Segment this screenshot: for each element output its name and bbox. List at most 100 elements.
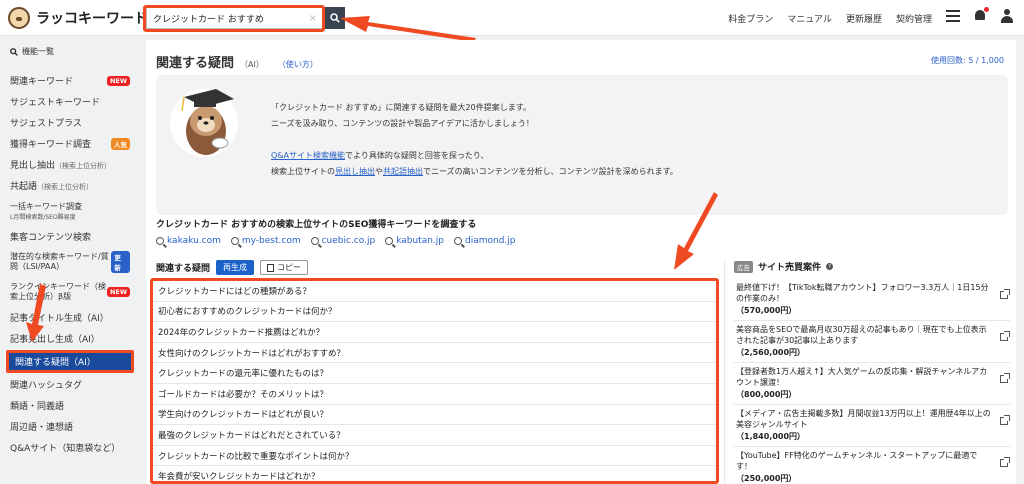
list-item[interactable]: 【メディア・広告主掲載多数】月間収益13万円以上！運用歴4年以上の美容ジャンルサ… bbox=[734, 405, 1010, 447]
annotation-arrow-questions bbox=[674, 192, 718, 270]
regenerate-button[interactable]: 再生成 bbox=[216, 260, 255, 275]
sidebar-item-label: 関連ハッシュタグ bbox=[10, 381, 83, 391]
sidebar-item-acquired-keywords[interactable]: 獲得キーワード調査 人気 bbox=[0, 133, 140, 154]
sidebar-item-label: 周辺語・連想語 bbox=[10, 423, 74, 433]
external-link-icon[interactable] bbox=[1000, 415, 1010, 425]
copy-button[interactable]: コピー bbox=[260, 260, 309, 275]
nav-contract[interactable]: 契約管理 bbox=[896, 12, 932, 25]
search-icon bbox=[10, 47, 18, 56]
sidebar-item-rank-in[interactable]: ランクインキーワード（検索上位分析）β版 NEW bbox=[0, 277, 140, 307]
qa-search-link[interactable]: Q&Aサイト検索機能 bbox=[271, 151, 345, 160]
seo-link-mybest[interactable]: my-best.com bbox=[230, 236, 301, 246]
intro-line-4c: でニーズの高いコンテンツを分析し、コンテンツ設計を深められます。 bbox=[423, 167, 678, 176]
list-item[interactable]: 初心者におすすめのクレジットカードは何か？ bbox=[153, 302, 716, 323]
sidebar-item-sub: L月間検索数/SEO難易度 bbox=[10, 214, 76, 221]
list-item[interactable]: 最終値下げ！【TikTok転職アカウント】フォロワー3.3万人｜1日15分の作業… bbox=[734, 279, 1010, 321]
listing-text: 【メディア・広告主掲載多数】月間収益13万円以上！運用歴4年以上の美容ジャンルサ… bbox=[736, 409, 991, 429]
cooccurrence-link[interactable]: 共起語抽出 bbox=[383, 167, 423, 176]
seo-link-diamond[interactable]: diamond.jp bbox=[454, 236, 516, 246]
questions-list: クレジットカードにはどの種類がある？ 初心者におすすめのクレジットカードは何か？… bbox=[150, 278, 719, 484]
bell-icon[interactable] bbox=[974, 7, 989, 23]
sidebar-item-label: サジェストキーワード bbox=[10, 98, 101, 108]
sidebar-item-heading-gen[interactable]: 記事見出し生成（AI） bbox=[0, 328, 140, 349]
external-link-icon[interactable] bbox=[1000, 373, 1010, 383]
sidebar-item-related-questions[interactable]: 関連する疑問（AI） bbox=[6, 350, 134, 373]
page-title: 関連する疑問 bbox=[156, 56, 235, 71]
intro-line-4a: 検索上位サイトの bbox=[271, 167, 335, 176]
search-icon bbox=[230, 237, 239, 245]
list-item[interactable]: 2024年のクレジットカード推薦はどれか？ bbox=[153, 322, 716, 343]
list-item[interactable]: ゴールドカードは必要か？そのメリットは？ bbox=[153, 384, 716, 405]
sidebar-item-hashtag[interactable]: 関連ハッシュタグ bbox=[0, 374, 140, 395]
list-item[interactable]: 最強のクレジットカードはどれだとされている？ bbox=[153, 425, 716, 446]
sidebar-active-wrap: 関連する疑問（AI） bbox=[0, 349, 140, 374]
sidebar-item-label: 潜在的な検索キーワード/質問（LSI/PAA） bbox=[10, 252, 109, 271]
intro-line-3: でより具体的な疑問と回答を探ったり、 bbox=[345, 151, 489, 160]
sidebar-item-associations[interactable]: 周辺語・連想語 bbox=[0, 416, 140, 437]
sidebar-item-suggest[interactable]: サジェストキーワード bbox=[0, 91, 140, 112]
questions-title: 関連する疑問 bbox=[156, 264, 211, 274]
help-icon[interactable]: ? bbox=[826, 263, 834, 270]
external-link-icon[interactable] bbox=[1000, 331, 1010, 341]
sidebar: 機能一覧 関連キーワード NEW サジェストキーワード サジェストプラス 獲得キ… bbox=[0, 36, 140, 484]
seo-link-cuebic[interactable]: cuebic.co.jp bbox=[310, 236, 376, 246]
list-item[interactable]: 美容商品をSEOで最高月収30万超えの記事もあり｜現在でも上位表示された記事が3… bbox=[734, 321, 1010, 363]
sidebar-item-bulk-research[interactable]: 一括キーワード調査 L月間検索数/SEO難易度 bbox=[0, 196, 140, 226]
new-badge: NEW bbox=[106, 287, 130, 297]
sidebar-title-label: 機能一覧 bbox=[22, 47, 54, 56]
annotation-arrow-search bbox=[340, 16, 476, 42]
list-item[interactable]: 年会費が安いクレジットカードはどれか？ bbox=[153, 466, 716, 481]
listing-text: 最終値下げ！【TikTok転職アカウント】フォロワー3.3万人｜1日15分の作業… bbox=[736, 283, 989, 303]
nav-pricing[interactable]: 料金プラン bbox=[728, 12, 773, 25]
sidebar-item-title-gen[interactable]: 記事タイトル生成（AI） bbox=[0, 307, 140, 328]
listing-text: 【登録者数1万人越え↑】大人気ゲームの反応集・解説チャンネルアカウント譲渡！ bbox=[736, 367, 988, 387]
sidebar-item-label: 獲得キーワード調査 bbox=[10, 140, 92, 150]
otter-mascot-icon bbox=[170, 89, 238, 157]
howto-link[interactable]: （使い方） bbox=[278, 59, 318, 70]
intro-box: 「クレジットカード おすすめ」に関連する疑問を最大20件提案します。 ニーズを汲… bbox=[156, 75, 1008, 215]
sidebar-item-suggest-plus[interactable]: サジェストプラス bbox=[0, 112, 140, 133]
app-logo[interactable]: ラッコキーワード bbox=[8, 7, 148, 29]
list-item[interactable]: クレジットカードの還元率に優れたものは？ bbox=[153, 363, 716, 384]
sidebar-item-related-keywords[interactable]: 関連キーワード NEW bbox=[0, 70, 140, 91]
sidebar-item-label: 見出し抽出 bbox=[10, 161, 56, 171]
seo-link-kakaku[interactable]: kakaku.com bbox=[156, 236, 221, 246]
sidebar-item-label: 集客コンテンツ検索 bbox=[10, 233, 92, 243]
listing-text: 美容商品をSEOで最高月収30万超えの記事もあり｜現在でも上位表示された記事が3… bbox=[736, 325, 987, 345]
panel-divider bbox=[724, 260, 725, 484]
site-sale-panel: 広告 サイト売買案件 ? 最終値下げ！【TikTok転職アカウント】フォロワー3… bbox=[734, 260, 1010, 484]
menu-icon[interactable] bbox=[946, 10, 960, 22]
site-sale-list: 最終値下げ！【TikTok転職アカウント】フォロワー3.3万人｜1日15分の作業… bbox=[734, 279, 1010, 484]
nav-changelog[interactable]: 更新履歴 bbox=[846, 12, 882, 25]
sidebar-item-label: 共起語 bbox=[10, 182, 38, 192]
seo-link-kabutan[interactable]: kabutan.jp bbox=[385, 236, 444, 246]
updated-badge: 更新 bbox=[111, 251, 130, 273]
ad-badge: 広告 bbox=[734, 260, 753, 273]
listing-price: （570,000円） bbox=[736, 306, 797, 315]
user-icon[interactable] bbox=[1000, 9, 1014, 23]
list-item[interactable]: クレジットカードの比較で重要なポイントは何か？ bbox=[153, 446, 716, 467]
sidebar-item-cooccurrence[interactable]: 共起語（検索上位分析） bbox=[0, 175, 140, 196]
listing-price: （1,840,000円） bbox=[736, 432, 806, 441]
sidebar-item-label: 類語・同義語 bbox=[10, 402, 65, 412]
sidebar-item-content-search[interactable]: 集客コンテンツ検索 bbox=[0, 226, 140, 247]
nav-manual[interactable]: マニュアル bbox=[787, 12, 832, 25]
sidebar-item-heading-extract[interactable]: 見出し抽出（検索上位分析） bbox=[0, 154, 140, 175]
sidebar-item-qa-sites[interactable]: Q&Aサイト（知恵袋など） bbox=[0, 437, 140, 458]
usage-count[interactable]: 使用回数: 5 / 1,000 bbox=[931, 55, 1004, 66]
heading-extract-link[interactable]: 見出し抽出 bbox=[335, 167, 375, 176]
new-badge: NEW bbox=[106, 75, 130, 86]
external-link-icon[interactable] bbox=[1000, 289, 1010, 299]
list-item[interactable]: 【登録者数1万人越え↑】大人気ゲームの反応集・解説チャンネルアカウント譲渡！ （… bbox=[734, 363, 1010, 405]
search-icon bbox=[330, 13, 340, 23]
sidebar-item-synonyms[interactable]: 類語・同義語 bbox=[0, 395, 140, 416]
list-item[interactable]: 学生向けのクレジットカードはどれが良い？ bbox=[153, 405, 716, 426]
seo-link-label: cuebic.co.jp bbox=[321, 236, 376, 246]
sidebar-item-sub: （検索上位分析） bbox=[55, 162, 112, 170]
sidebar-item-lsi-paa[interactable]: 潜在的な検索キーワード/質問（LSI/PAA） 更新 bbox=[0, 247, 140, 277]
external-link-icon[interactable] bbox=[1000, 457, 1010, 467]
list-item[interactable]: クレジットカードにはどの種類がある？ bbox=[153, 281, 716, 302]
list-item[interactable]: 【YouTube】FF特化のゲームチャンネル・スタートアップに最適です！ （25… bbox=[734, 447, 1010, 484]
listing-price: （800,000円） bbox=[736, 390, 797, 399]
list-item[interactable]: 女性向けのクレジットカードはどれがおすすめ？ bbox=[153, 343, 716, 364]
